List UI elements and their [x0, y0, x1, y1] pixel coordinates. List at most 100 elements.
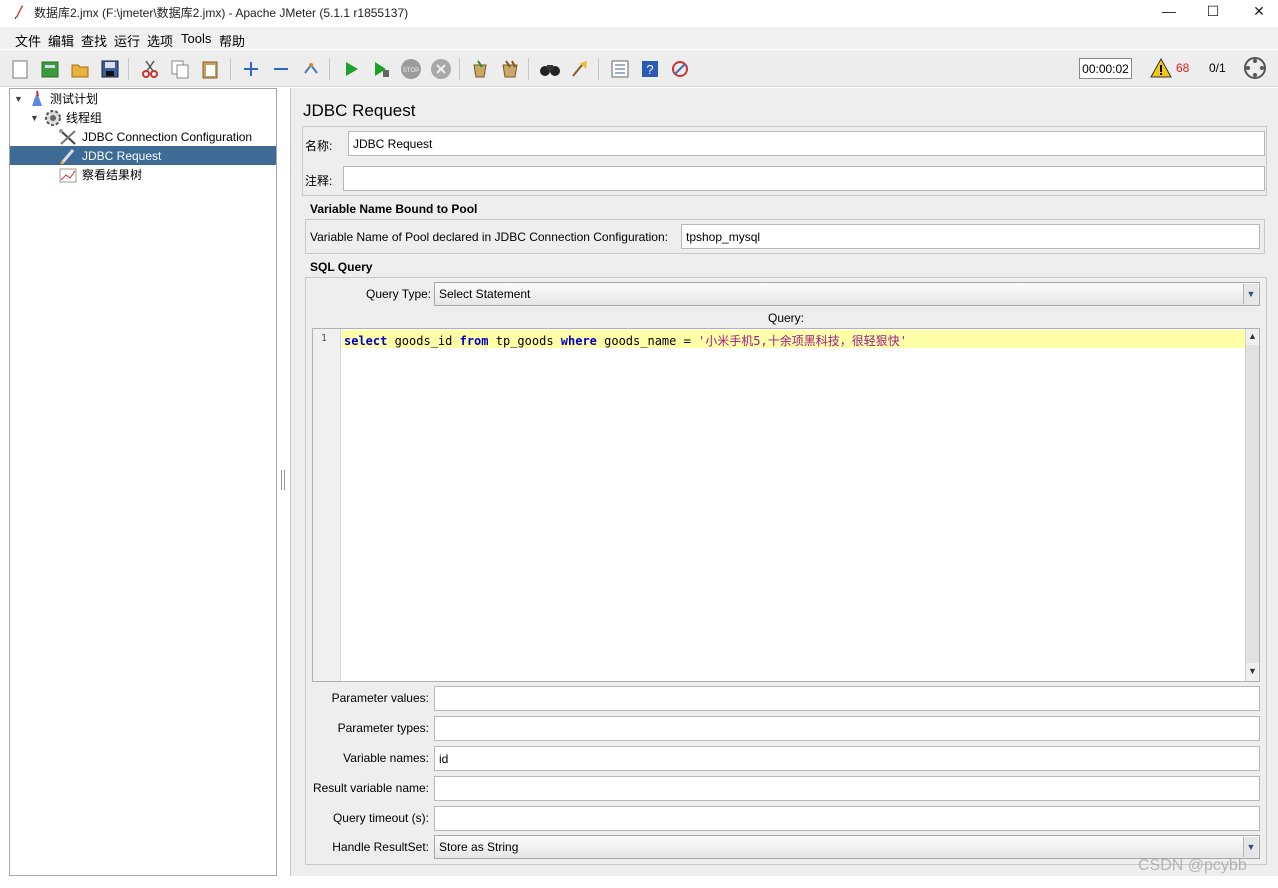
test-plan-tree[interactable]: ▼ 测试计划 ▼ 线程组 JDBC Connection Configurati… [9, 88, 277, 876]
minimize-button[interactable]: — [1146, 0, 1192, 24]
tree-node-view-results-tree[interactable]: 察看结果树 [58, 165, 142, 184]
handle-resultset-value: Store as String [439, 840, 519, 854]
result-variable-name-label: Result variable name: [312, 781, 429, 795]
elapsed-timer: 00:00:02 [1079, 58, 1132, 79]
svg-text:STOP: STOP [403, 68, 419, 74]
variable-names-label: Variable names: [343, 751, 429, 765]
warning-count: 68 [1176, 61, 1190, 75]
tree-node-label: JDBC Connection Configuration [82, 129, 253, 144]
maximize-button[interactable]: ☐ [1190, 0, 1236, 24]
scrollbar-thumb[interactable] [1246, 345, 1259, 663]
cut-icon[interactable] [138, 57, 162, 81]
save-icon[interactable] [98, 57, 122, 81]
thread-group-icon [45, 109, 61, 126]
svg-text:?: ? [646, 62, 653, 77]
tree-node-label: JDBC Request [82, 148, 162, 163]
test-plan-icon [32, 90, 42, 106]
name-label: 名称: [305, 139, 333, 153]
pool-variable-field[interactable]: tpshop_mysql [681, 224, 1260, 249]
listener-graph-icon [59, 168, 77, 182]
title-bar: 数据库2.jmx (F:\jmeter\数据库2.jmx) - Apache J… [0, 0, 1278, 24]
shutdown-icon[interactable] [429, 57, 453, 81]
sampler-pen-icon [60, 148, 75, 165]
menu-help[interactable]: 帮助 [219, 31, 245, 50]
variable-names-field[interactable]: id [434, 746, 1260, 771]
open-icon[interactable] [68, 57, 92, 81]
sql-identifier: tp_goods [488, 334, 561, 348]
toolbar-separator [128, 58, 129, 80]
handle-resultset-select[interactable]: Store as String ▼ [434, 835, 1260, 859]
start-no-pause-icon[interactable] [369, 57, 393, 81]
watermark: CSDN @pcybb [1138, 857, 1247, 874]
log-viewer-icon[interactable] [1243, 56, 1267, 80]
name-field[interactable]: JDBC Request [348, 131, 1265, 156]
pool-section-title: Variable Name Bound to Pool [310, 202, 478, 216]
comment-field[interactable] [343, 166, 1265, 191]
start-icon[interactable] [339, 57, 363, 81]
menu-run[interactable]: 运行 [114, 31, 140, 50]
vertical-scrollbar[interactable]: ▲ ▼ [1245, 329, 1259, 681]
tree-node-jdbc-connection-config[interactable]: JDBC Connection Configuration [58, 127, 252, 146]
line-number: 1 [321, 333, 328, 344]
remote-icon[interactable] [668, 57, 692, 81]
line-gutter [313, 329, 341, 681]
close-button[interactable]: ✕ [1236, 0, 1278, 24]
panel-title: JDBC Request [303, 101, 416, 120]
help-icon[interactable]: ? [638, 57, 662, 81]
sql-keyword: select [344, 334, 388, 348]
toolbar: STOP ? 00:00:02 68 0/1 [0, 50, 1278, 87]
menu-file[interactable]: 文件 [15, 31, 41, 50]
scroll-up-arrow-icon[interactable]: ▲ [1248, 331, 1257, 341]
warning-icon[interactable] [1150, 58, 1172, 78]
toolbar-separator [329, 58, 330, 80]
jmeter-feather-icon [14, 5, 23, 20]
query-label: Query: [768, 311, 805, 325]
expand-icon[interactable] [239, 57, 263, 81]
sql-identifier: goods_id [387, 334, 460, 348]
splitter-handle[interactable] [281, 470, 285, 490]
menu-search[interactable]: 查找 [81, 31, 107, 50]
expand-arrow-icon[interactable]: ▼ [30, 113, 44, 123]
tree-node-thread-group[interactable]: ▼ 线程组 [30, 108, 102, 127]
query-type-value: Select Statement [439, 287, 531, 301]
menu-edit[interactable]: 编辑 [48, 31, 74, 50]
menu-options[interactable]: 选项 [147, 31, 173, 50]
toolbar-separator [598, 58, 599, 80]
tree-node-test-plan[interactable]: ▼ 测试计划 [14, 89, 98, 108]
thread-counter: 0/1 [1209, 61, 1226, 75]
clear-all-icon[interactable] [498, 57, 522, 81]
scroll-down-arrow-icon[interactable]: ▼ [1248, 666, 1257, 676]
sql-query-text[interactable]: select goods_id from tp_goods where good… [344, 332, 907, 349]
copy-icon[interactable] [168, 57, 192, 81]
function-helper-icon[interactable] [608, 57, 632, 81]
tree-node-jdbc-request[interactable]: JDBC Request [10, 146, 276, 165]
window-title: 数据库2.jmx (F:\jmeter\数据库2.jmx) - Apache J… [34, 6, 409, 20]
templates-icon[interactable] [38, 57, 62, 81]
sql-keyword: from [459, 334, 489, 348]
query-type-label: Query Type: [366, 287, 432, 301]
collapse-icon[interactable] [269, 57, 293, 81]
tree-node-label: 线程组 [66, 111, 103, 125]
search-icon[interactable] [538, 57, 562, 81]
expand-arrow-icon[interactable]: ▼ [14, 94, 28, 104]
parameter-types-field[interactable] [434, 716, 1260, 741]
sql-identifier: goods_name = [596, 334, 699, 348]
reset-search-icon[interactable] [568, 57, 592, 81]
menu-bar: 文件 编辑 查找 运行 选项 Tools 帮助 [0, 27, 1278, 49]
paste-icon[interactable] [198, 57, 222, 81]
query-editor[interactable]: 1 select goods_id from tp_goods where go… [312, 328, 1260, 682]
menu-tools[interactable]: Tools [181, 31, 211, 46]
stop-icon[interactable]: STOP [399, 57, 423, 81]
parameter-values-field[interactable] [434, 686, 1260, 711]
config-wrench-icon [59, 128, 76, 145]
pool-label: Variable Name of Pool declared in JDBC C… [310, 230, 668, 244]
query-type-select[interactable]: Select Statement ▼ [434, 282, 1260, 306]
query-timeout-field[interactable] [434, 806, 1260, 831]
result-variable-name-field[interactable] [434, 776, 1260, 801]
parameter-values-label: Parameter values: [331, 691, 429, 705]
new-icon[interactable] [8, 57, 32, 81]
clear-icon[interactable] [468, 57, 492, 81]
toggle-icon[interactable] [299, 57, 323, 81]
query-timeout-label: Query timeout (s): [332, 811, 429, 825]
tree-node-label: 测试计划 [50, 92, 99, 106]
